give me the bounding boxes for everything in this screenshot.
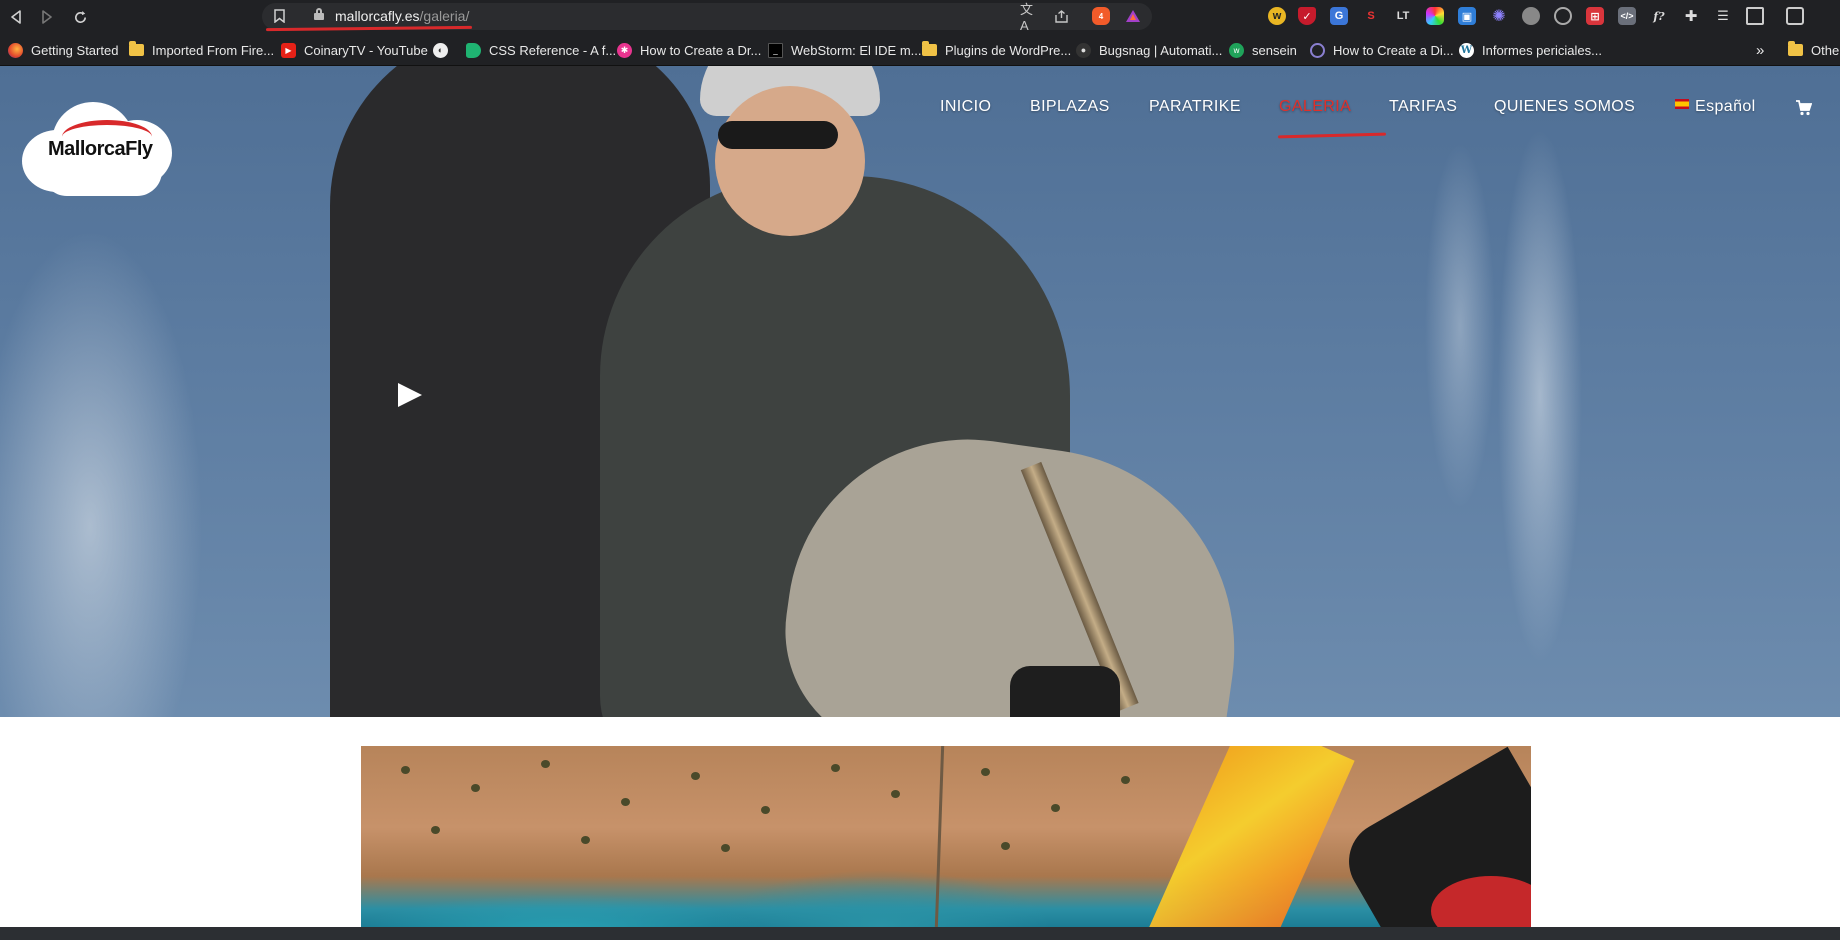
bookmark-coinarytv-youtube[interactable]: ▶ CoinaryTV - YouTube xyxy=(281,41,428,59)
page-bottom-bar xyxy=(0,927,1840,940)
bookmarks-overflow-button[interactable]: » xyxy=(1756,41,1764,59)
code-icon[interactable]: </> xyxy=(1618,7,1636,25)
bookmark-bugsnag[interactable]: ● Bugsnag | Automati... xyxy=(1076,41,1222,59)
sidebar-icon[interactable] xyxy=(1746,7,1764,25)
hero-image xyxy=(0,66,1840,717)
bookmark-sensein[interactable]: w sensein xyxy=(1229,41,1297,59)
back-icon[interactable] xyxy=(5,6,27,28)
bookmark-webstorm[interactable]: _ WebStorm: El IDE m... xyxy=(768,41,922,59)
browser-toolbar: mallorcafly.es/galeria/ 文A 4 w ✓ G S LT … xyxy=(0,0,1840,33)
firefox-icon xyxy=(8,42,23,58)
share-icon[interactable] xyxy=(1052,7,1070,25)
extension-bracket-icon[interactable]: ▣ xyxy=(1458,7,1476,25)
nav-quienes-somos[interactable]: QUIENES SOMOS xyxy=(1494,98,1635,116)
gallery-road xyxy=(934,746,945,927)
spain-flag-icon xyxy=(1675,99,1689,109)
nav-inicio[interactable]: INICIO xyxy=(940,98,991,116)
ublock-icon[interactable]: ✓ xyxy=(1298,7,1316,25)
bookmark-page-icon[interactable] xyxy=(270,6,288,26)
globe-icon: ◐ xyxy=(433,42,448,58)
lock-icon[interactable] xyxy=(314,8,324,20)
folder-icon xyxy=(1788,41,1803,56)
cursor-arrow-icon xyxy=(398,383,422,407)
bookmark-globe[interactable]: ◐ xyxy=(433,41,456,59)
hero-sunglasses xyxy=(718,121,838,149)
color-picker-icon[interactable] xyxy=(1426,7,1444,25)
google-translate-icon[interactable]: G xyxy=(1330,7,1348,25)
reload-icon[interactable] xyxy=(69,6,91,28)
main-navigation: INICIO BIPLAZAS PARATRIKE GALERIA TARIFA… xyxy=(0,98,1840,122)
sensein-icon: w xyxy=(1229,42,1244,58)
css-reference-icon xyxy=(466,42,481,58)
wordpress-icon: W xyxy=(1459,42,1474,58)
bookmark-css-reference[interactable]: CSS Reference - A f... xyxy=(466,41,616,59)
bookmark-informes-periciales[interactable]: W Informes periciales... xyxy=(1459,41,1602,59)
extensions-puzzle-icon[interactable]: ✚ xyxy=(1682,7,1700,25)
nav-biplazas[interactable]: BIPLAZAS xyxy=(1030,98,1110,116)
extension-lt-icon[interactable]: LT xyxy=(1394,7,1412,25)
nav-tarifas[interactable]: TARIFAS xyxy=(1389,98,1457,116)
extension-grid-icon[interactable]: ⊞ xyxy=(1586,7,1604,25)
url-text[interactable]: mallorcafly.es/galeria/ xyxy=(335,8,469,24)
bookmark-how-to-create-a-di[interactable]: How to Create a Di... xyxy=(1310,41,1454,59)
folder-icon xyxy=(922,41,937,56)
gallery-photo[interactable] xyxy=(361,746,1531,927)
extension-s-icon[interactable]: S xyxy=(1362,7,1380,25)
folder-icon xyxy=(129,41,144,56)
nav-galeria[interactable]: GALERIA xyxy=(1279,98,1351,116)
asterisk-icon: ✱ xyxy=(617,42,632,58)
swirl-icon xyxy=(1310,42,1325,58)
extension-gear-icon[interactable]: ✺ xyxy=(1490,7,1508,25)
database-icon[interactable] xyxy=(1522,7,1540,25)
webstorm-icon: _ xyxy=(768,42,783,58)
youtube-icon: ▶ xyxy=(281,42,296,58)
cart-icon[interactable] xyxy=(1796,100,1813,116)
brave-shield-icon[interactable]: 4 xyxy=(1092,7,1110,25)
gallery-paraglider-wing xyxy=(1147,746,1355,927)
brave-rewards-icon[interactable] xyxy=(1124,7,1142,25)
bookmark-how-to-create-a-dr[interactable]: ✱ How to Create a Dr... xyxy=(617,41,761,59)
bookmark-plugins-wordpress[interactable]: Plugins de WordPre... xyxy=(922,41,1071,59)
bookmark-imported-from-firefox[interactable]: Imported From Fire... xyxy=(129,41,274,59)
reading-list-icon[interactable]: ☰ xyxy=(1714,7,1732,25)
bookmark-other-folder[interactable]: Other xyxy=(1788,41,1840,59)
nav-language-espanol[interactable]: Español xyxy=(1675,98,1756,116)
extension-circle-icon[interactable] xyxy=(1554,7,1572,25)
hero-camera-handle xyxy=(1010,666,1120,717)
bookmarks-bar: Getting Started Imported From Fire... ▶ C… xyxy=(0,33,1840,66)
bugsnag-icon: ● xyxy=(1076,42,1091,58)
forward-icon[interactable] xyxy=(36,6,58,28)
logo-text: MallorcaFly xyxy=(48,138,153,160)
bookmark-getting-started[interactable]: Getting Started xyxy=(8,41,118,59)
wallet-icon[interactable] xyxy=(1786,7,1804,25)
nav-paratrike[interactable]: PARATRIKE xyxy=(1149,98,1241,116)
function-icon[interactable]: f? xyxy=(1650,7,1668,25)
translate-icon[interactable]: 文A xyxy=(1020,2,1038,33)
extension-w-icon[interactable]: w xyxy=(1268,7,1286,25)
